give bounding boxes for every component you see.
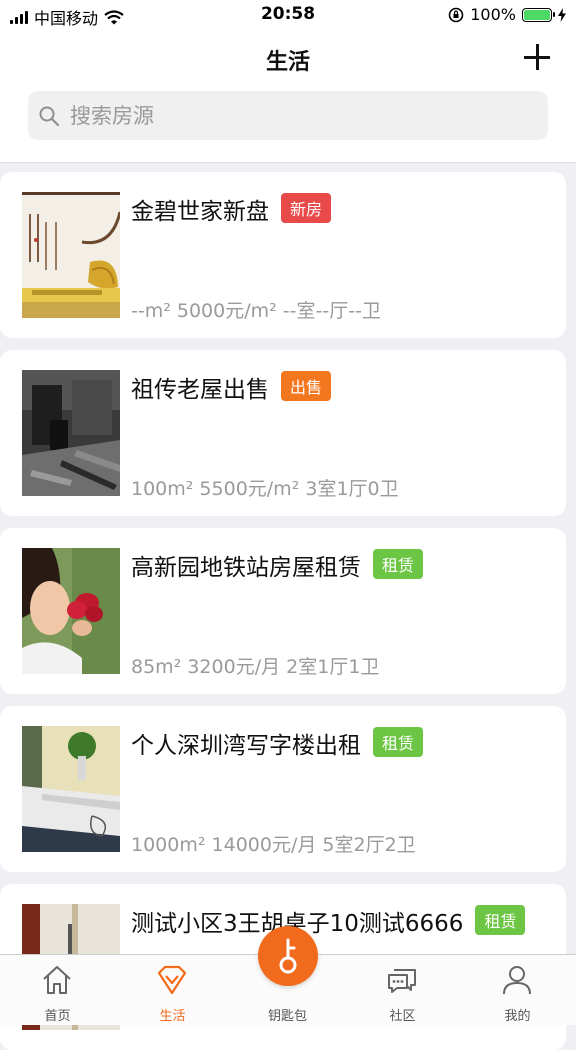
listing-meta: 1000m² 14000元/月 5室2厅2卫 <box>131 834 416 856</box>
battery-icon <box>522 7 555 22</box>
listing-card[interactable]: 个人深圳湾写字楼出租 租赁 1000m² 14000元/月 5室2厅2卫 <box>0 706 566 872</box>
listing-card[interactable]: 金碧世家新盘 新房 --m² 5000元/m² --室--厅--卫 <box>0 172 566 338</box>
listing-title: 个人深圳湾写字楼出租 <box>131 733 361 759</box>
listing-title-row: 高新园地铁站房屋租赁 租赁 <box>131 548 424 582</box>
key-icon <box>279 938 297 974</box>
listing-thumbnail <box>22 192 120 318</box>
tab-home[interactable]: 首页 <box>0 955 115 1025</box>
listing-title-row: 测试小区3王胡桌子10测试6666 租赁 <box>131 904 526 938</box>
listing-thumbnail <box>22 370 120 496</box>
tab-community[interactable]: 社区 <box>345 955 460 1025</box>
status-bar: 中国移动 20:58 100% <box>0 0 576 30</box>
tab-label: 我的 <box>504 1009 531 1024</box>
navigation-bar: 生活 <box>0 30 576 90</box>
listing-tag: 租赁 <box>373 727 424 757</box>
listing-tag: 租赁 <box>373 549 424 579</box>
chat-icon <box>388 969 416 993</box>
diamond-icon <box>157 965 187 995</box>
listing-title-row: 个人深圳湾写字楼出租 租赁 <box>131 726 424 760</box>
charging-bolt-icon <box>558 7 566 22</box>
listing-card[interactable]: 高新园地铁站房屋租赁 租赁 85m² 3200元/月 2室1厅1卫 <box>0 528 566 694</box>
listing-card[interactable]: 祖传老屋出售 出售 100m² 5500元/m² 3室1厅0卫 <box>0 350 566 516</box>
listing-thumbnail <box>22 726 120 852</box>
orientation-lock-icon <box>448 7 464 22</box>
person-icon <box>503 966 531 995</box>
listing-tag: 出售 <box>281 371 332 401</box>
tab-profile[interactable]: 我的 <box>460 955 576 1025</box>
add-button[interactable] <box>524 44 550 70</box>
listing-title: 高新园地铁站房屋租赁 <box>131 555 361 581</box>
listing-meta: --m² 5000元/m² --室--厅--卫 <box>131 300 381 322</box>
listing-title-row: 祖传老屋出售 出售 <box>131 370 332 404</box>
search-box[interactable] <box>28 91 548 140</box>
status-right: 100% <box>448 5 566 24</box>
search-icon <box>39 106 60 126</box>
battery-percent: 100% <box>470 5 516 24</box>
home-icon <box>43 966 71 994</box>
tab-life[interactable]: 生活 <box>115 955 230 1025</box>
search-input[interactable] <box>68 102 512 129</box>
page-title: 生活 <box>265 50 310 75</box>
listing-meta: 85m² 3200元/月 2室1厅1卫 <box>131 656 380 678</box>
search-section <box>0 90 576 163</box>
listing-title: 祖传老屋出售 <box>131 377 269 403</box>
tab-label: 首页 <box>44 1009 71 1024</box>
listing-tag: 新房 <box>281 193 332 223</box>
listing-title: 金碧世家新盘 <box>131 199 269 225</box>
tab-label: 钥匙包 <box>267 1009 307 1024</box>
listing-thumbnail <box>22 548 120 674</box>
tab-label: 社区 <box>389 1009 416 1024</box>
tab-label: 生活 <box>159 1009 186 1024</box>
listing-title-row: 金碧世家新盘 新房 <box>131 192 332 226</box>
listing-meta: 100m² 5500元/m² 3室1厅0卫 <box>131 478 399 500</box>
listing-tag: 租赁 <box>475 905 526 935</box>
key-center-button[interactable] <box>258 926 318 986</box>
